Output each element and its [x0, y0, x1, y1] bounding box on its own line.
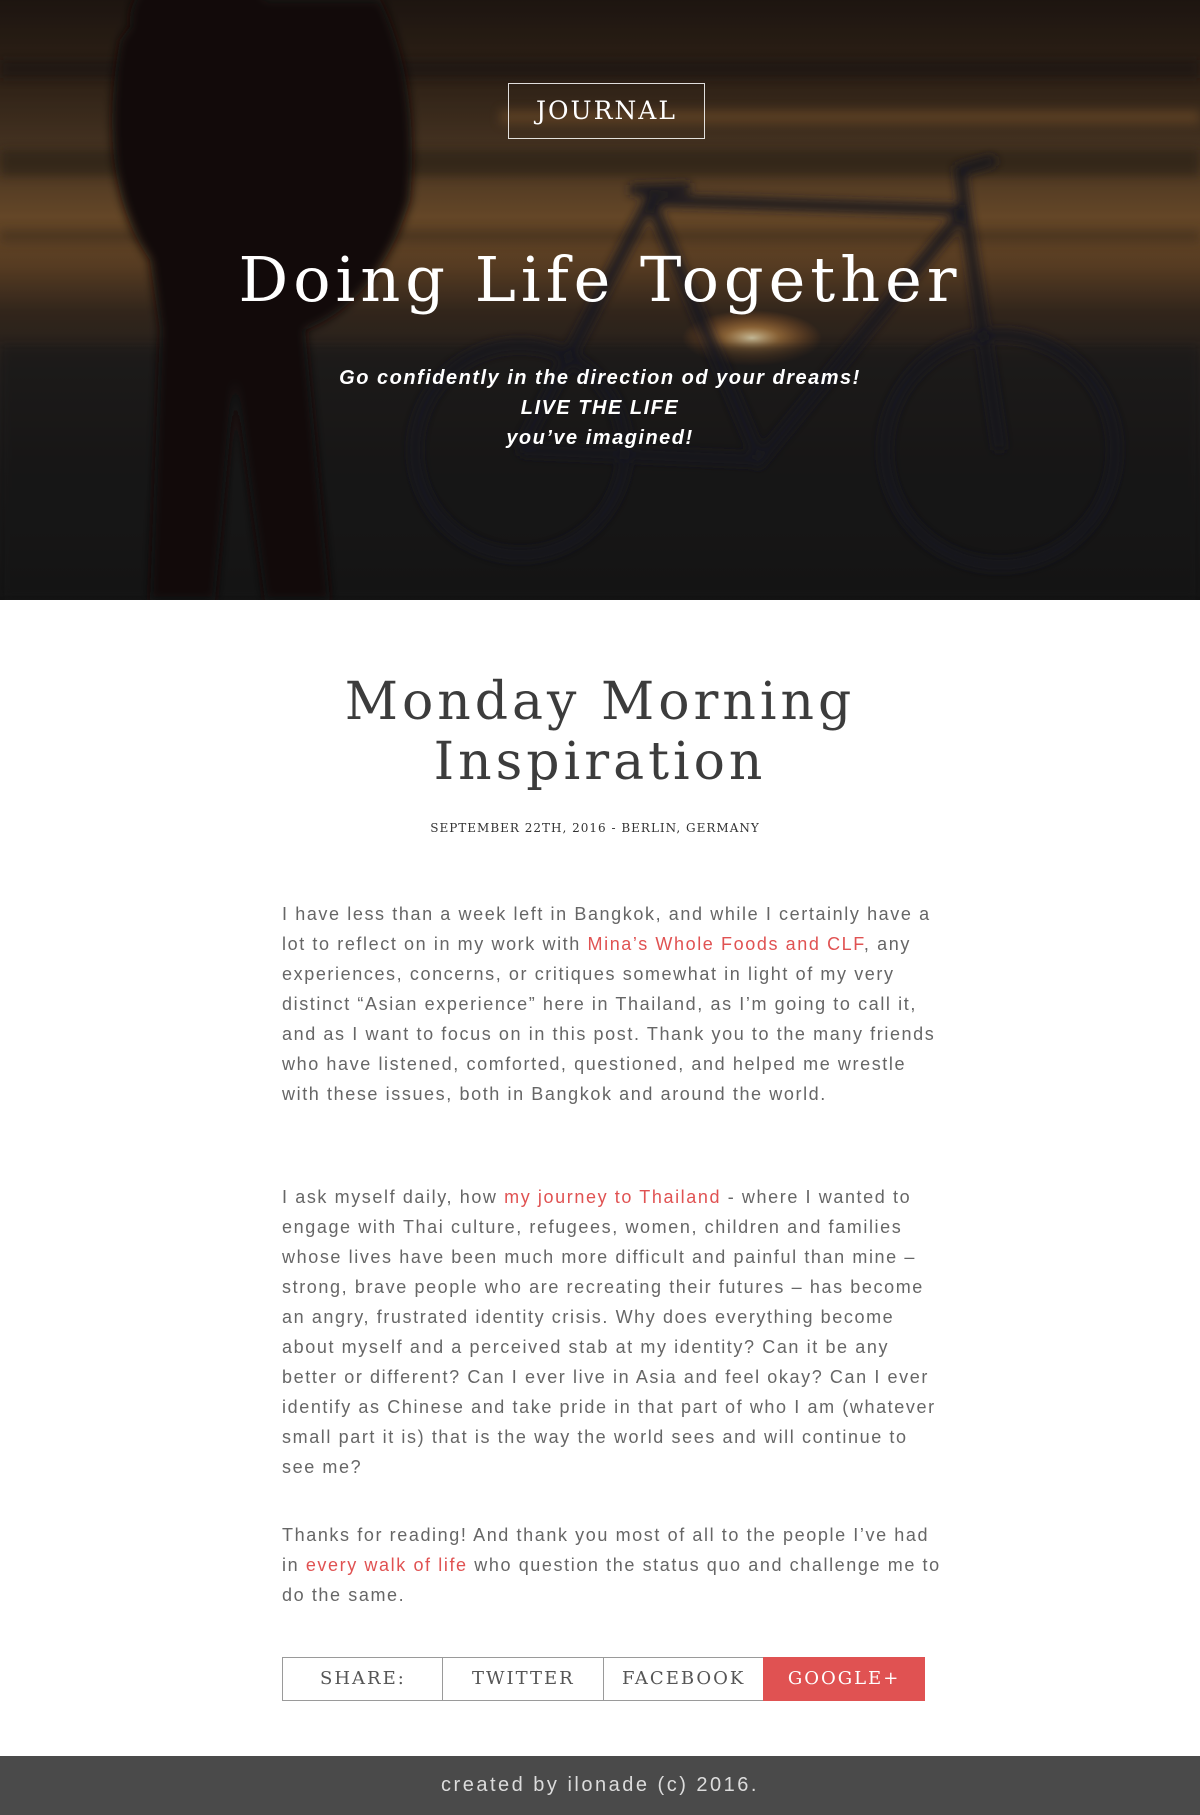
article-paragraph-1: I have less than a week left in Bangkok,…	[282, 899, 942, 1109]
share-bar: SHARE: TWITTER FACEBOOK GOOGLE+	[282, 1657, 925, 1701]
journal-badge[interactable]: JOURNAL	[508, 83, 705, 139]
article-paragraph-2: I ask myself daily, how my journey to Th…	[282, 1182, 942, 1482]
post-title: Monday Morning Inspiration	[344, 672, 856, 792]
link-every-walk-of-life[interactable]: every walk of life	[306, 1555, 468, 1575]
hero-tagline-line-3: you’ve imagined!	[506, 427, 694, 449]
share-twitter-button[interactable]: TWITTER	[442, 1657, 605, 1701]
hero-tagline-line-1: Go confidently in the direction od your …	[339, 367, 861, 389]
footer-credit: created by ilonade (c) 2016.	[441, 1774, 759, 1796]
paragraph-text: - where I wanted to engage with Thai cul…	[282, 1187, 936, 1477]
article-paragraph-3: Thanks for reading! And thank you most o…	[282, 1520, 942, 1610]
link-minas-whole-foods[interactable]: Mina’s Whole Foods and CLF	[588, 934, 864, 954]
link-journey-to-thailand[interactable]: my journey to Thailand	[504, 1187, 721, 1207]
paragraph-text: , any experiences, concerns, or critique…	[282, 934, 936, 1104]
post-meta: September 22th, 2016 - Berlin, Germany	[430, 821, 760, 835]
share-facebook-button[interactable]: FACEBOOK	[602, 1657, 765, 1701]
footer: created by ilonade (c) 2016.	[0, 1756, 1200, 1815]
hero-title: Doing Life Together	[238, 243, 962, 316]
share-label: SHARE:	[282, 1657, 444, 1701]
paragraph-text: I ask myself daily, how	[282, 1187, 505, 1207]
share-google-plus-button[interactable]: GOOGLE+	[763, 1657, 925, 1701]
hero-tagline-line-2: LIVE THE LIFE	[520, 397, 680, 419]
hero-banner: JOURNAL Doing Life Together Go confident…	[0, 0, 1200, 600]
